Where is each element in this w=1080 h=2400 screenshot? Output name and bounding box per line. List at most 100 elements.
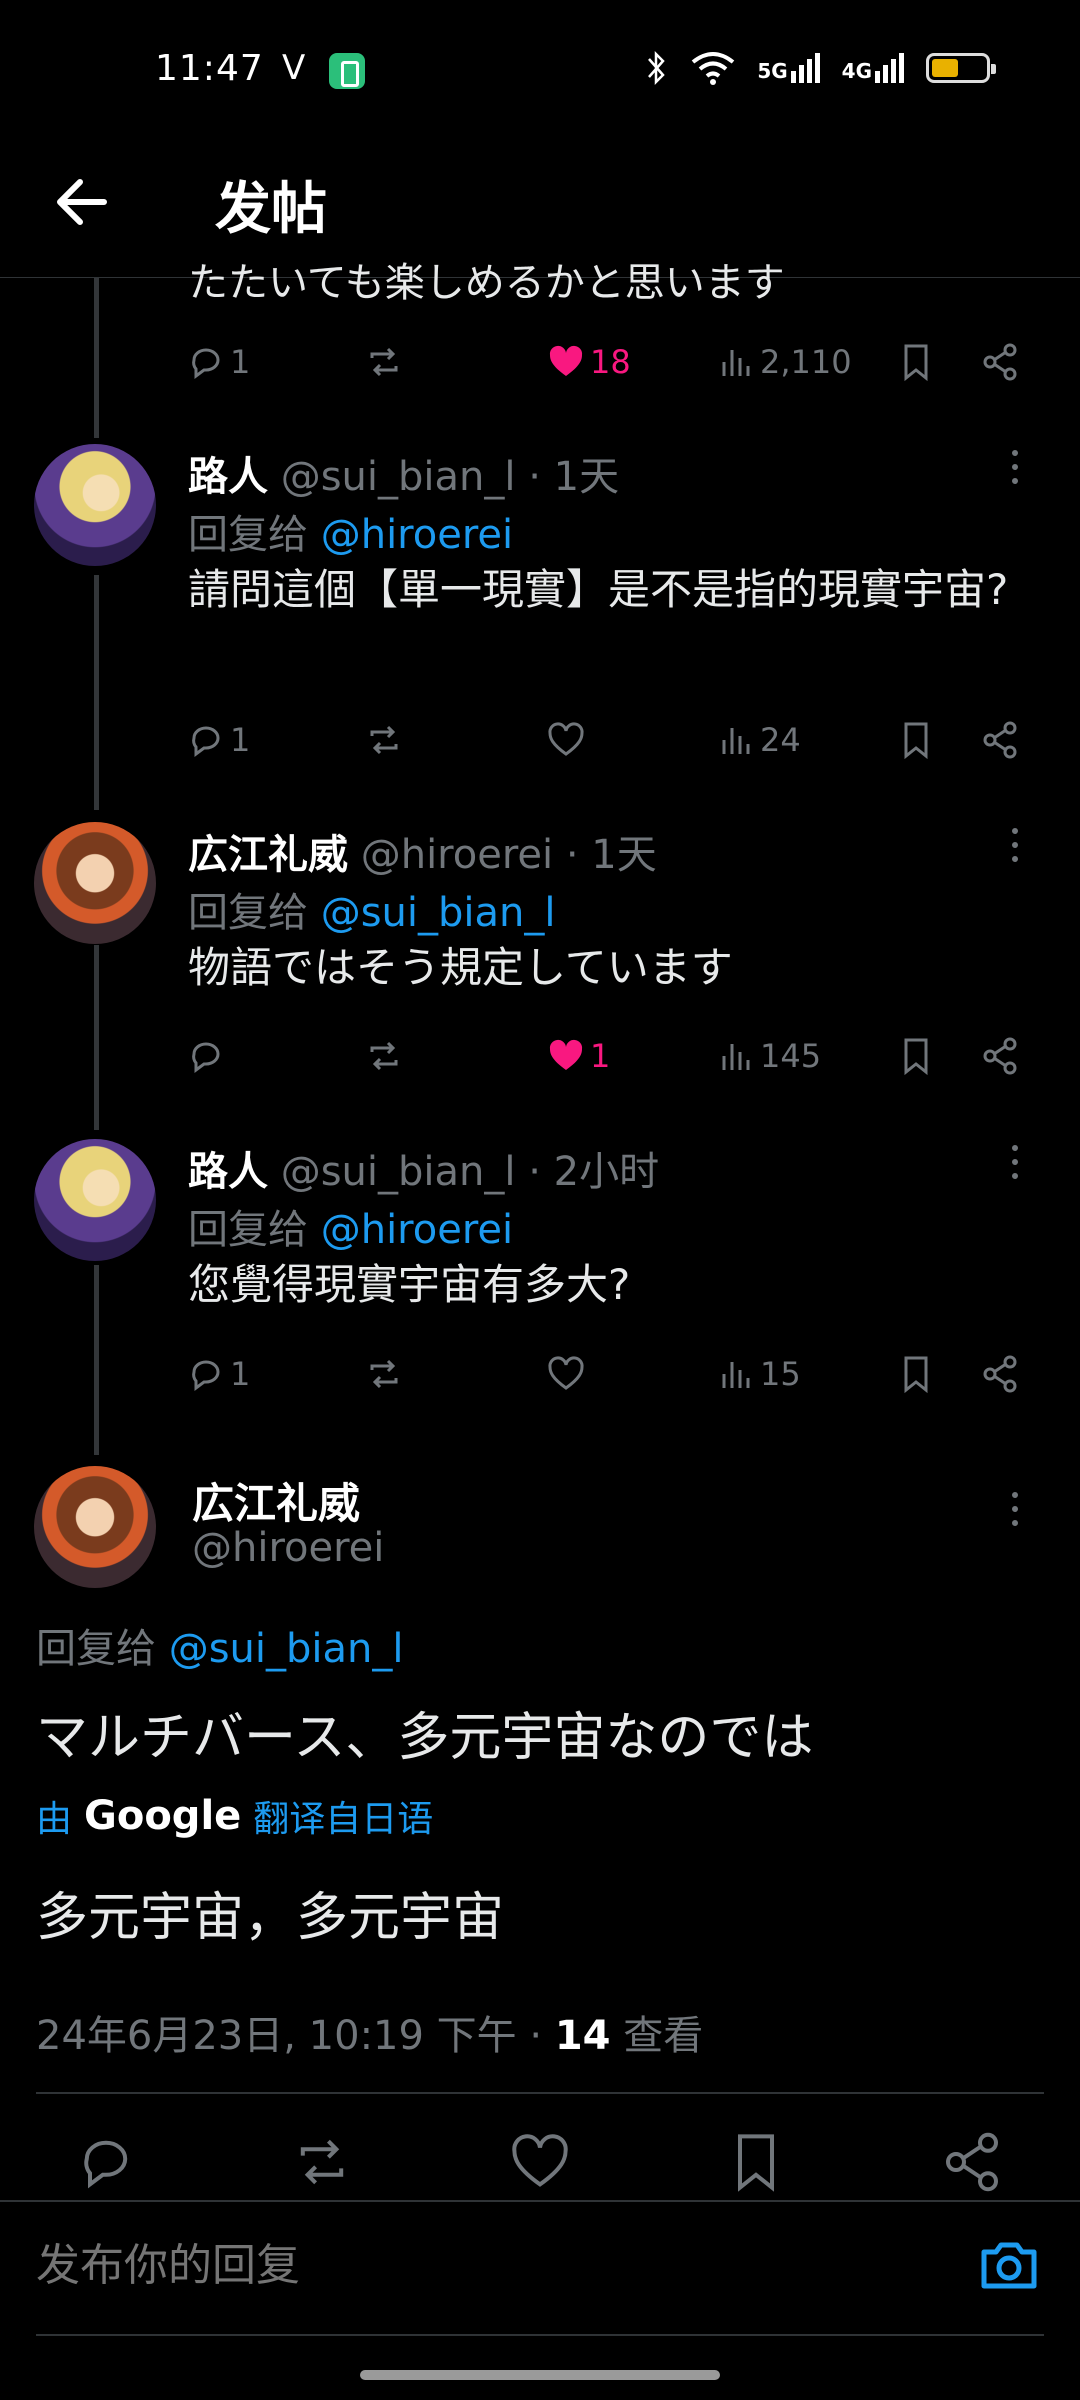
share-button[interactable] (980, 1026, 1020, 1086)
reply-button[interactable]: 1 (186, 332, 250, 392)
heart-filled-icon (549, 345, 583, 376)
post-text: 物語ではそう規定しています (188, 943, 733, 992)
author-name[interactable]: 広江礼威 (188, 832, 348, 878)
thread-line (94, 575, 99, 810)
post-timestamp[interactable]: 24年6月23日, 10:19 下午 · 14 查看 (36, 2003, 703, 2061)
app-notification-icon (329, 53, 365, 89)
mention-link[interactable]: @hiroerei (321, 1207, 513, 1253)
views-button[interactable]: 145 (716, 1026, 821, 1086)
repost-button[interactable] (364, 1026, 404, 1086)
views-count: 145 (760, 1037, 822, 1075)
bookmark-button[interactable] (896, 710, 936, 770)
reply-count: 1 (230, 721, 251, 759)
reply-label: 回复给 (188, 512, 308, 558)
reply-button[interactable] (186, 1026, 230, 1086)
share-button[interactable] (980, 710, 1020, 770)
share-icon (983, 721, 1017, 759)
reply-label: 回复给 (188, 1207, 308, 1253)
avatar[interactable] (34, 444, 156, 566)
mention-link[interactable]: @hiroerei (321, 512, 513, 558)
heart-icon (548, 1356, 584, 1390)
bookmark-button[interactable] (896, 1026, 936, 1086)
repost-button[interactable] (364, 1344, 404, 1404)
main-author-handle[interactable]: @hiroerei (192, 1525, 384, 1571)
repost-icon (300, 2139, 344, 2185)
avatar[interactable] (34, 1139, 156, 1261)
like-button[interactable] (546, 1344, 586, 1404)
translation-attribution[interactable]: 由 Google 翻译自日语 (36, 1790, 433, 1842)
share-button[interactable] (940, 2130, 1010, 2200)
reply-count: 1 (230, 1355, 251, 1393)
bookmark-button[interactable] (896, 332, 936, 392)
like-button[interactable] (546, 710, 586, 770)
camera-icon (981, 2242, 1037, 2289)
views-button[interactable]: 15 (716, 1344, 801, 1404)
reply-to-line: 回复给 @sui_bian_l (188, 880, 556, 938)
reply-count: 1 (230, 343, 251, 381)
share-button[interactable] (980, 1344, 1020, 1404)
reply-button[interactable]: 1 (186, 1344, 250, 1404)
post-actions: 1 18 2,110 (0, 332, 1080, 392)
reply-button[interactable]: 1 (186, 710, 250, 770)
reply-icon (192, 726, 220, 757)
mention-link[interactable]: @sui_bian_l (169, 1626, 404, 1672)
post-time: · 2小时 (528, 1149, 660, 1195)
author-handle[interactable]: @sui_bian_l (281, 1149, 516, 1195)
more-options-button[interactable] (1010, 1145, 1020, 1185)
more-options-button[interactable] (1010, 828, 1020, 868)
battery-icon (926, 53, 996, 83)
bookmark-button[interactable] (896, 1344, 936, 1404)
like-button[interactable] (508, 2130, 578, 2200)
bookmark-button[interactable] (724, 2130, 794, 2200)
bookmark-icon (904, 344, 928, 382)
more-options-button[interactable] (1010, 1492, 1020, 1532)
view-count: 14 (554, 2013, 611, 2059)
share-button[interactable] (980, 332, 1020, 392)
avatar[interactable] (34, 822, 156, 944)
repost-button[interactable] (364, 710, 404, 770)
like-button[interactable]: 1 (546, 1026, 610, 1086)
post-time: · 1天 (565, 832, 657, 878)
bookmark-icon (904, 722, 928, 760)
reply-icon (192, 1360, 220, 1391)
main-author-name[interactable]: 広江礼威 (192, 1470, 360, 1531)
post-actions: 1 145 (0, 1026, 1080, 1086)
reply-input[interactable] (36, 2240, 936, 2291)
home-indicator[interactable] (360, 2370, 720, 2380)
timestamp-text: 24年6月23日, 10:19 下午 · (36, 2013, 555, 2059)
main-post-actions (0, 2130, 1080, 2200)
bookmark-icon (738, 2134, 774, 2192)
reply-icon (192, 348, 220, 379)
author-name[interactable]: 路人 (188, 454, 268, 500)
share-icon (983, 1037, 1017, 1075)
status-icons: 5G 4G (645, 50, 996, 86)
views-count: 2,110 (760, 343, 852, 381)
back-button[interactable] (46, 162, 126, 242)
reply-button[interactable] (74, 2130, 144, 2200)
repost-icon (370, 1041, 398, 1071)
author-handle[interactable]: @hiroerei (361, 832, 553, 878)
camera-button[interactable] (976, 2232, 1042, 2298)
repost-icon (370, 725, 398, 755)
repost-button[interactable] (290, 2130, 360, 2200)
like-button[interactable]: 18 (546, 332, 631, 392)
divider (36, 2092, 1044, 2094)
post-actions: 1 15 (0, 1344, 1080, 1404)
views-button[interactable]: 2,110 (716, 332, 852, 392)
author-name[interactable]: 路人 (188, 1149, 268, 1195)
share-icon (983, 1355, 1017, 1393)
carrier-icon: V (282, 48, 306, 88)
repost-button[interactable] (364, 332, 404, 392)
repost-icon (370, 1359, 398, 1389)
more-options-button[interactable] (1010, 450, 1020, 490)
views-icon (722, 350, 750, 376)
divider (36, 2334, 1044, 2336)
main-post-text: マルチバース、多元宇宙なのでは (36, 1708, 814, 1768)
author-handle[interactable]: @sui_bian_l (281, 454, 516, 500)
main-post-avatar[interactable] (34, 1466, 156, 1588)
views-button[interactable]: 24 (716, 710, 801, 770)
mention-link[interactable]: @sui_bian_l (321, 890, 556, 936)
status-time: 11:47 (155, 48, 264, 89)
repost-icon (370, 347, 398, 377)
signal-4g-icon: 4G (842, 53, 904, 83)
